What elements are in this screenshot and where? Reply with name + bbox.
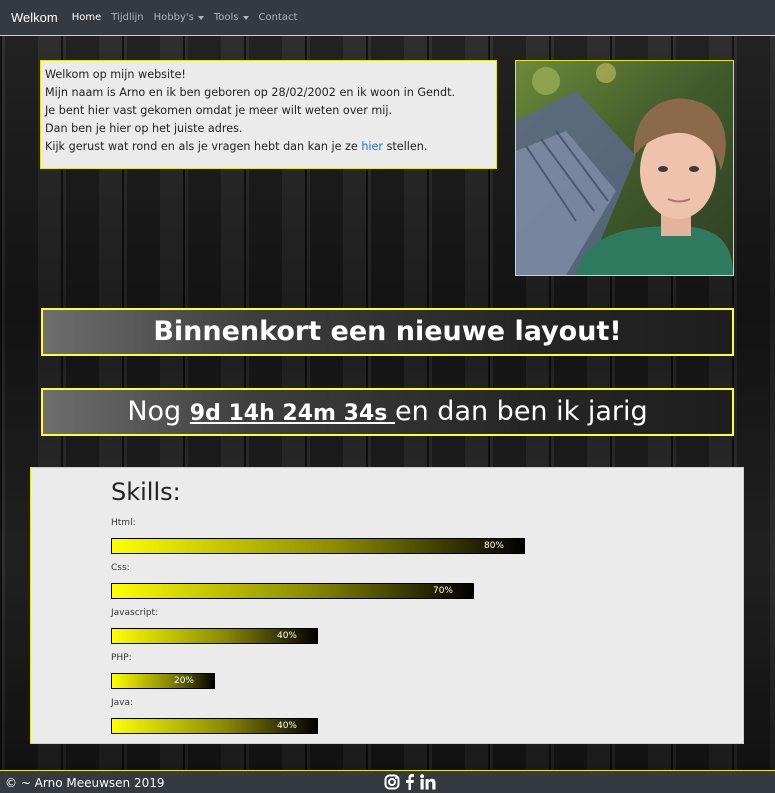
birthday-countdown-banner: Nog 9d 14h 24m 34s en dan ben ik jarig (41, 388, 734, 436)
countdown-value: 9d 14h 24m 34s (189, 401, 395, 426)
nav-dropdown-tools-label: Tools (213, 12, 239, 23)
intro-line: Dan ben je hier op het juiste adres. (45, 122, 243, 135)
skills-title: Skills: (111, 478, 181, 506)
caret-down-icon (197, 15, 204, 20)
intro-line-text: Kijk gerust wat rond en als je vragen he… (45, 140, 362, 153)
intro-line: Je bent hier vast gekomen omdat je meer … (45, 104, 393, 117)
navbar-brand[interactable]: Welkom (11, 10, 58, 25)
intro-box: Welkom op mijn website! Mijn naam is Arn… (40, 60, 497, 169)
intro-line-text: stellen. (383, 140, 428, 153)
footer: © ~ Arno Meeuwsen 2019 (0, 770, 775, 793)
announcement-banner: Binnenkort een nieuwe layout! (41, 308, 734, 356)
intro-line: Mijn naam is Arno en ik ben geboren op 2… (45, 86, 456, 99)
nav-link-tijdlijn[interactable]: Tijdlijn (111, 12, 143, 23)
skill-percent: 20% (173, 676, 194, 686)
contact-link[interactable]: hier (361, 140, 383, 153)
footer-copyright: © ~ Arno Meeuwsen 2019 (5, 776, 165, 790)
intro-line: Kijk gerust wat rond en als je vragen he… (45, 138, 492, 156)
instagram-icon[interactable] (384, 774, 400, 790)
navbar: Welkom Home Tijdlijn Hobby's Tools Conta… (0, 0, 775, 36)
skill-percent: 40% (276, 631, 297, 641)
nav-dropdown-hobbys-label: Hobby's (153, 12, 194, 23)
skill-percent: 80% (483, 541, 504, 551)
skill-label: Html: (111, 518, 136, 528)
profile-photo (515, 60, 734, 276)
skill-percent: 40% (276, 721, 297, 731)
nav-link-contact[interactable]: Contact (259, 12, 298, 23)
skill-progress-bar: 40% (111, 628, 318, 644)
facebook-icon[interactable] (404, 774, 416, 790)
nav-dropdown-hobbys[interactable]: Hobby's (154, 12, 204, 23)
skills-section: Skills: Html: 80% Css: 70% Javascript: 40% PHP… (30, 467, 744, 744)
countdown-prefix: Nog (127, 396, 190, 427)
skill-label: Css: (111, 563, 130, 573)
skill-percent: 70% (432, 586, 453, 596)
countdown-suffix: en dan ben ik jarig (395, 396, 648, 427)
intro-line: Welkom op mijn website! (45, 68, 186, 81)
skill-progress-bar: 40% (111, 718, 318, 734)
skill-label: PHP: (111, 653, 132, 663)
nav-dropdown-tools[interactable]: Tools (214, 12, 249, 23)
social-links (384, 774, 436, 790)
linkedin-icon[interactable] (420, 774, 436, 790)
skill-progress-bar: 20% (111, 673, 215, 689)
skill-progress-bar: 70% (111, 583, 474, 599)
caret-down-icon (242, 15, 249, 20)
skill-progress-bar: 80% (111, 538, 525, 554)
nav-link-home[interactable]: Home (72, 12, 102, 23)
skill-label: Javascript: (111, 608, 159, 618)
skill-label: Java: (111, 698, 134, 708)
